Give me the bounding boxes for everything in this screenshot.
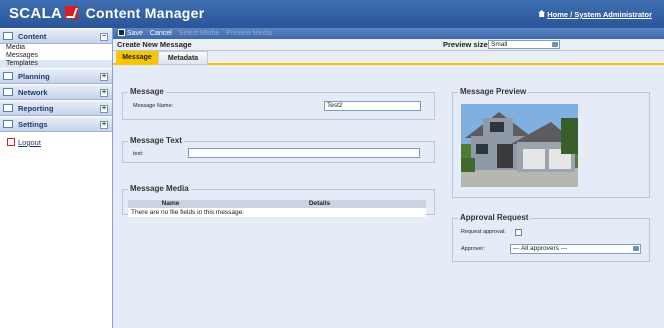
approval-fieldset: Approval Request Request approval: Appro… xyxy=(452,213,650,262)
expand-icon[interactable]: + xyxy=(100,73,108,81)
scala-logo: SCALA Content Manager xyxy=(9,5,204,22)
message-text-input[interactable] xyxy=(188,148,420,158)
expand-icon[interactable]: + xyxy=(100,105,108,113)
section-label: Reporting xyxy=(18,104,54,113)
message-text-fieldset: Message Text text: xyxy=(122,136,435,163)
preview-size-value: Small xyxy=(491,41,508,48)
app-name: Content Manager xyxy=(85,5,205,21)
select-media-button: Select Media xyxy=(178,30,220,37)
tab-bar: Message Metadata xyxy=(113,51,664,65)
link-separator: / xyxy=(570,10,573,19)
network-icon xyxy=(3,88,13,96)
sidebar-item-media[interactable]: Media xyxy=(0,44,112,52)
save-button[interactable]: Save xyxy=(127,30,143,37)
logo-text: SCALA xyxy=(9,5,63,22)
fieldset-legend: Approval Request xyxy=(458,213,531,222)
chevron-down-icon xyxy=(552,42,558,47)
fieldset-legend: Message Text xyxy=(128,136,184,145)
fieldset-legend: Message Media xyxy=(128,184,191,193)
expand-icon[interactable]: + xyxy=(100,121,108,129)
preview-media-button: Preview Media xyxy=(226,30,273,37)
message-name-input[interactable]: Test2 xyxy=(324,101,421,111)
app-header: SCALA Content Manager Home / System Admi… xyxy=(0,0,664,28)
media-table: Name Details There are no file fields in… xyxy=(128,200,426,217)
preview-image xyxy=(461,104,578,187)
preview-size-select[interactable]: Small xyxy=(488,40,560,49)
approver-label: Approver: xyxy=(461,246,485,252)
table-row: There are no file fields in this message… xyxy=(128,208,426,217)
message-preview-fieldset: Message Preview xyxy=(452,87,650,198)
sidebar-section-settings[interactable]: Settings + xyxy=(0,116,112,132)
sidebar-section-content[interactable]: Content − xyxy=(0,28,112,44)
section-label: Planning xyxy=(18,72,50,81)
sidebar-section-network[interactable]: Network + xyxy=(0,84,112,100)
section-label: Network xyxy=(18,88,48,97)
reporting-icon xyxy=(3,104,13,112)
logout-link[interactable]: Logout xyxy=(7,138,41,147)
save-icon xyxy=(118,29,125,36)
expand-icon[interactable]: + xyxy=(100,89,108,97)
preview-size-label: Preview size: xyxy=(443,40,491,49)
column-name-header: Name xyxy=(128,200,213,208)
text-label: text: xyxy=(133,151,144,157)
message-media-fieldset: Message Media Name Details There are no … xyxy=(122,184,435,217)
page-title: Create New Message xyxy=(117,40,192,49)
request-approval-checkbox[interactable] xyxy=(515,229,522,236)
logout-label: Logout xyxy=(18,138,41,147)
sidebar-item-messages[interactable]: Messages xyxy=(0,52,112,60)
sidebar: Content − Media Messages Templates Plann… xyxy=(0,28,113,328)
approver-value: --- All approvers --- xyxy=(513,245,568,252)
message-fieldset: Message Message Name: Test2 xyxy=(122,87,435,120)
house-image xyxy=(461,104,578,187)
column-details-header: Details xyxy=(213,200,426,208)
top-links: Home / System Administrator xyxy=(538,10,652,19)
sidebar-section-planning[interactable]: Planning + xyxy=(0,68,112,84)
cancel-button[interactable]: Cancel xyxy=(150,30,172,37)
approver-select[interactable]: --- All approvers --- xyxy=(510,244,641,254)
fieldset-legend: Message xyxy=(128,87,166,96)
empty-message: There are no file fields in this message… xyxy=(128,208,426,217)
request-approval-label: Request approval: xyxy=(461,229,506,235)
tab-metadata[interactable]: Metadata xyxy=(158,51,208,65)
home-icon xyxy=(538,10,546,17)
planning-icon xyxy=(3,72,13,80)
logout-icon xyxy=(7,138,15,146)
table-header-row: Name Details xyxy=(128,200,426,208)
tab-message[interactable]: Message xyxy=(116,51,158,65)
fieldset-legend: Message Preview xyxy=(458,87,529,96)
home-link[interactable]: Home xyxy=(547,10,568,19)
section-label: Content xyxy=(18,32,47,41)
message-name-label: Message Name: xyxy=(133,103,174,109)
content-icon xyxy=(3,32,13,40)
collapse-icon[interactable]: − xyxy=(100,33,108,41)
scala-logo-icon xyxy=(65,6,79,19)
sidebar-section-reporting[interactable]: Reporting + xyxy=(0,100,112,116)
page-title-bar: Create New Message Preview size: Small xyxy=(113,39,664,51)
sidebar-item-templates[interactable]: Templates xyxy=(0,60,112,68)
chevron-down-icon xyxy=(633,246,639,251)
toolbar: Save Cancel Select Media Preview Media xyxy=(113,28,664,39)
user-link[interactable]: System Administrator xyxy=(574,10,652,19)
main-panel: Save Cancel Select Media Preview Media C… xyxy=(113,28,664,328)
section-label: Settings xyxy=(18,120,48,129)
settings-icon xyxy=(3,120,13,128)
